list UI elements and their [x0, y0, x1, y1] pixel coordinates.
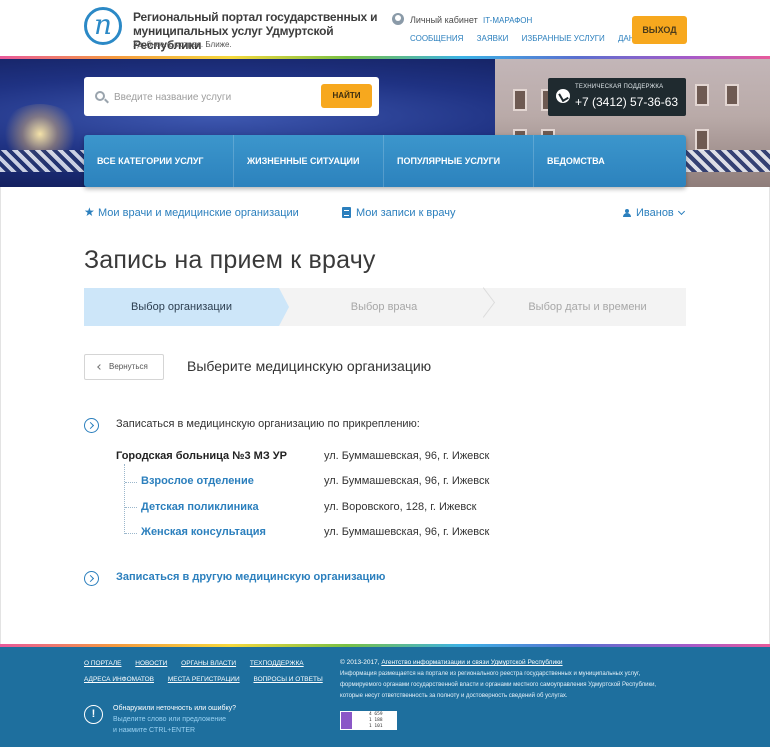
- user-icon: [623, 209, 631, 217]
- main-nav-life-situations[interactable]: ЖИЗНЕННЫЕ СИТУАЦИИ: [234, 135, 384, 187]
- footer-about[interactable]: О ПОРТАЛЕ: [84, 660, 121, 667]
- agency-link[interactable]: Агентство информатизации и связи Удмуртс…: [381, 659, 562, 666]
- dept-address: ул. Буммашевская, 96, г. Ижевск: [324, 526, 490, 538]
- counter-value: 1 101: [369, 724, 383, 729]
- footer-infomats[interactable]: АДРЕСА ИНФОМАТОВ: [84, 676, 154, 683]
- error-report-hint: Выделите слово или предложение: [113, 716, 227, 723]
- my-doctors-link[interactable]: Мои врачи и медицинские организации: [98, 207, 299, 219]
- personal-cabinet-link[interactable]: Личный кабинет: [410, 15, 478, 25]
- page-title: Запись на прием к врачу: [84, 246, 376, 274]
- user-menu[interactable]: Иванов: [636, 207, 674, 219]
- support-label: ТЕХНИЧЕСКАЯ ПОДДЕРЖКА: [575, 84, 664, 90]
- header: n Региональный портал государственных и …: [0, 0, 770, 57]
- logo-letter-icon: n: [93, 8, 113, 41]
- nav-favorites[interactable]: ИЗБРАННЫЕ УСЛУГИ: [522, 34, 605, 43]
- nav-requests[interactable]: ЗАЯВКИ: [477, 34, 509, 43]
- section-title: Выберите медицинскую организацию: [187, 358, 432, 374]
- main-org-name: Городская больница №3 МЗ УР: [116, 450, 287, 462]
- window: [695, 84, 709, 106]
- dept-address: ул. Буммашевская, 96, г. Ижевск: [324, 475, 490, 487]
- dept-children[interactable]: Детская поликлиника: [141, 501, 259, 513]
- footer-registration[interactable]: МЕСТА РЕГИСТРАЦИИ: [168, 676, 240, 683]
- dept-women[interactable]: Женская консультация: [141, 526, 266, 538]
- counter-value: 1 188: [369, 718, 383, 723]
- main-org-address: ул. Буммашевская, 96, г. Ижевск: [324, 450, 490, 462]
- header-nav: СООБЩЕНИЯ ЗАЯВКИ ИЗБРАННЫЕ УСЛУГИ ДАННЫЕ: [410, 34, 664, 43]
- step-arrow: [279, 288, 289, 326]
- footer-info-line: Информация размещается на портале из рег…: [340, 671, 641, 677]
- attach-text: Записаться в медицинскую организацию по …: [116, 418, 420, 430]
- document-icon: [342, 207, 351, 218]
- main-nav-all-categories[interactable]: ВСЕ КАТЕГОРИИ УСЛУГ: [84, 135, 234, 187]
- portal-slogan: Удобнее. Быстрее. Ближе.: [133, 40, 232, 49]
- support-phone: +7 (3412) 57-36-63: [575, 95, 679, 109]
- circle-arrow-icon[interactable]: [84, 571, 99, 586]
- tree-branch: [125, 507, 137, 508]
- search-icon: [95, 91, 105, 101]
- footer-faq[interactable]: ВОПРОСЫ И ОТВЕТЫ: [253, 676, 322, 683]
- footer-info-line: которые несут ответственность за полноту…: [340, 693, 568, 699]
- chevron-down-icon: [677, 207, 686, 216]
- copyright-years: © 2013-2017,: [340, 659, 380, 666]
- step-progress: Выбор организации Выбор врача Выбор даты…: [84, 288, 686, 326]
- step-select-doctor: Выбор врача: [350, 301, 418, 313]
- window: [725, 84, 739, 106]
- dept-address: ул. Воровского, 128, г. Ижевск: [324, 501, 477, 513]
- main-nav-popular[interactable]: ПОПУЛЯРНЫЕ УСЛУГИ: [384, 135, 534, 187]
- window: [513, 89, 527, 111]
- step-select-datetime: Выбор даты и времени: [528, 301, 647, 313]
- tree-branch: [125, 482, 137, 483]
- chevron-left-icon: [97, 364, 103, 370]
- user-circle-icon: [392, 13, 404, 25]
- window: [695, 129, 709, 151]
- visit-counter[interactable]: 4 659 1 188 1 101: [340, 711, 397, 730]
- counter-logo-icon: [341, 712, 352, 729]
- back-button[interactable]: Вернуться: [84, 354, 164, 380]
- main-nav: ВСЕ КАТЕГОРИИ УСЛУГ ЖИЗНЕННЫЕ СИТУАЦИИ П…: [84, 135, 686, 187]
- main-nav-departments[interactable]: ВЕДОМСТВА: [534, 135, 684, 187]
- footer-links-row2: АДРЕСА ИНФОМАТОВ МЕСТА РЕГИСТРАЦИИ ВОПРО…: [84, 676, 335, 683]
- my-appointments-link[interactable]: Мои записи к врачу: [356, 207, 456, 219]
- star-icon: ★: [84, 205, 95, 219]
- error-report-title: Обнаружили неточность или ошибку?: [113, 705, 237, 712]
- circle-arrow-icon[interactable]: [84, 418, 99, 433]
- footer-info-line: формируемого органами государственной вл…: [340, 682, 657, 688]
- footer-authorities[interactable]: ОРГАНЫ ВЛАСТИ: [181, 660, 236, 667]
- nav-messages[interactable]: СООБЩЕНИЯ: [410, 34, 463, 43]
- other-org-link[interactable]: Записаться в другую медицинскую организа…: [116, 571, 385, 583]
- tree-branch: [125, 533, 137, 534]
- tree-line: [124, 464, 125, 534]
- copyright: © 2013-2017, Агентство информатизации и …: [340, 659, 563, 666]
- search-button[interactable]: НАЙТИ: [321, 84, 372, 108]
- counter-value: 4 659: [369, 712, 383, 717]
- ornament-left: [0, 150, 84, 172]
- exclamation-icon: !: [84, 705, 103, 724]
- footer-support[interactable]: ТЕХПОДДЕРЖКА: [250, 660, 304, 667]
- footer-info: Информация размещается на портале из рег…: [340, 669, 685, 702]
- exit-button[interactable]: ВЫХОД: [632, 16, 687, 44]
- dept-adult[interactable]: Взрослое отделение: [141, 475, 254, 487]
- back-button-label: Вернуться: [109, 362, 148, 371]
- support-box[interactable]: ТЕХНИЧЕСКАЯ ПОДДЕРЖКА +7 (3412) 57-36-63: [548, 78, 686, 116]
- search-input[interactable]: [114, 87, 314, 107]
- step-select-organization: Выбор организации: [84, 288, 279, 326]
- phone-icon: [556, 89, 570, 103]
- footer-news[interactable]: НОВОСТИ: [135, 660, 167, 667]
- it-marathon-link[interactable]: IT-МАРАФОН: [483, 16, 532, 25]
- error-report-hint: и нажмите CTRL+ENTER: [113, 727, 196, 734]
- footer-links-row1: О ПОРТАЛЕ НОВОСТИ ОРГАНЫ ВЛАСТИ ТЕХПОДДЕ…: [84, 660, 316, 667]
- ornament-right: [686, 150, 770, 172]
- portal-logo[interactable]: n: [84, 7, 122, 45]
